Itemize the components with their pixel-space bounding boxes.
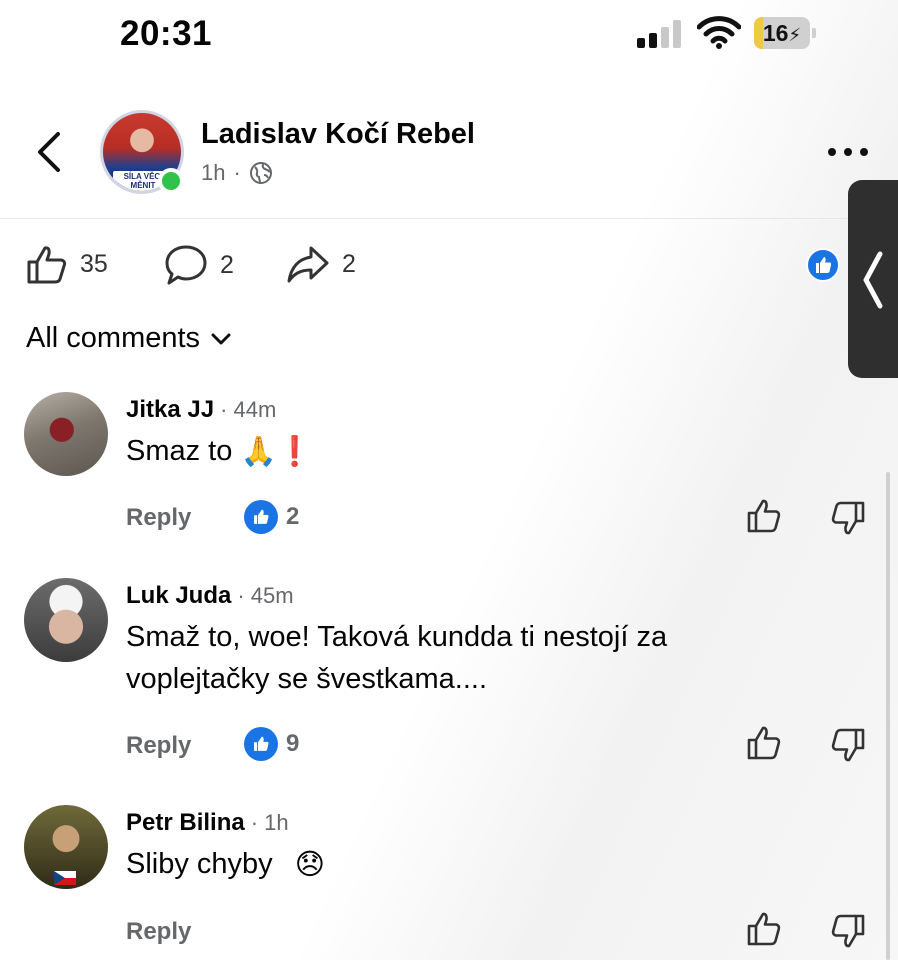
thumbs-up-icon[interactable] — [746, 911, 782, 947]
comment-text: Smaz to 🙏❗ — [126, 430, 313, 473]
status-time: 20:31 — [120, 14, 213, 53]
wifi-icon — [697, 16, 741, 49]
comment-bubble-icon — [165, 245, 207, 285]
thumbs-up-icon[interactable] — [746, 498, 782, 534]
thumbs-down-icon[interactable] — [830, 727, 866, 763]
chevron-down-icon — [211, 333, 231, 344]
thumbs-up-icon — [27, 246, 67, 284]
comment-time: · 1h — [250, 810, 289, 835]
header-divider — [0, 218, 898, 219]
cellular-signal-icon — [637, 20, 683, 48]
page-name[interactable]: Ladislav Kočí Rebel — [201, 118, 475, 151]
like-badge-icon — [244, 727, 278, 761]
reply-button[interactable]: Reply — [126, 732, 191, 760]
like-stat-button[interactable]: 35 — [26, 244, 108, 284]
comment-avatar[interactable] — [24, 578, 108, 662]
chevron-left-icon — [863, 251, 883, 309]
comment-time: · 44m — [220, 397, 277, 422]
comment-like-number: 2 — [286, 503, 300, 530]
comment-avatar[interactable] — [24, 392, 108, 476]
comment-author[interactable]: Luk Juda · 45m — [126, 582, 294, 610]
comment-body: Smaz to — [126, 435, 233, 467]
comment-like-number: 9 — [286, 730, 300, 757]
like-badge-icon — [244, 500, 278, 534]
back-arrow-icon[interactable] — [34, 130, 64, 174]
reply-button[interactable]: Reply — [126, 918, 191, 946]
share-arrow-icon — [287, 246, 329, 283]
reply-button[interactable]: Reply — [126, 504, 191, 532]
comment-time: · 45m — [237, 583, 294, 608]
globe-icon — [249, 162, 272, 184]
more-options-icon[interactable] — [826, 140, 870, 164]
reaction-like-badge — [806, 248, 840, 282]
comments-filter-label: All comments — [26, 322, 201, 354]
meta-separator: · — [233, 160, 241, 185]
battery-level: 16 — [762, 20, 789, 46]
thumbs-down-icon[interactable] — [830, 913, 866, 949]
thumbs-down-icon[interactable] — [830, 500, 866, 536]
comment-text: Sliby chyby 😞 — [126, 843, 325, 886]
post-meta: 1h · — [201, 160, 273, 186]
comment-author[interactable]: Jitka JJ · 44m — [126, 396, 276, 424]
comment-emoji: 😞 — [294, 849, 325, 882]
comment-author-name: Luk Juda — [126, 582, 232, 609]
side-panel-tab[interactable] — [848, 180, 898, 378]
comment-like-count[interactable]: 9 — [244, 727, 299, 761]
comment-author-name: Jitka JJ — [126, 396, 215, 423]
comments-filter-dropdown[interactable]: All comments — [26, 322, 232, 355]
scrollbar[interactable] — [886, 472, 890, 960]
online-status-indicator — [158, 168, 184, 194]
comment-author[interactable]: Petr Bilina · 1h — [126, 809, 289, 837]
comment-avatar[interactable] — [24, 805, 108, 889]
comment-text: Smaž to, woe! Taková kundda ti nestojí z… — [126, 616, 746, 700]
comment-emoji: 🙏❗ — [240, 436, 313, 469]
thumbs-up-icon[interactable] — [746, 725, 782, 761]
comment-body: Smaž to, woe! Taková kundda ti nestojí z… — [126, 621, 668, 695]
like-count: 35 — [80, 249, 108, 278]
comment-count: 2 — [220, 250, 234, 279]
comment-stat-button[interactable]: 2 — [164, 244, 234, 286]
comment-body: Sliby chyby — [126, 848, 273, 880]
comment-author-name: Petr Bilina — [126, 809, 245, 836]
share-count: 2 — [342, 249, 356, 278]
post-age: 1h — [201, 160, 226, 185]
comment-like-count[interactable]: 2 — [244, 500, 299, 534]
thumbs-up-icon — [816, 257, 832, 273]
battery-icon: 16⚡ — [754, 17, 816, 49]
share-stat-button[interactable]: 2 — [286, 244, 356, 284]
